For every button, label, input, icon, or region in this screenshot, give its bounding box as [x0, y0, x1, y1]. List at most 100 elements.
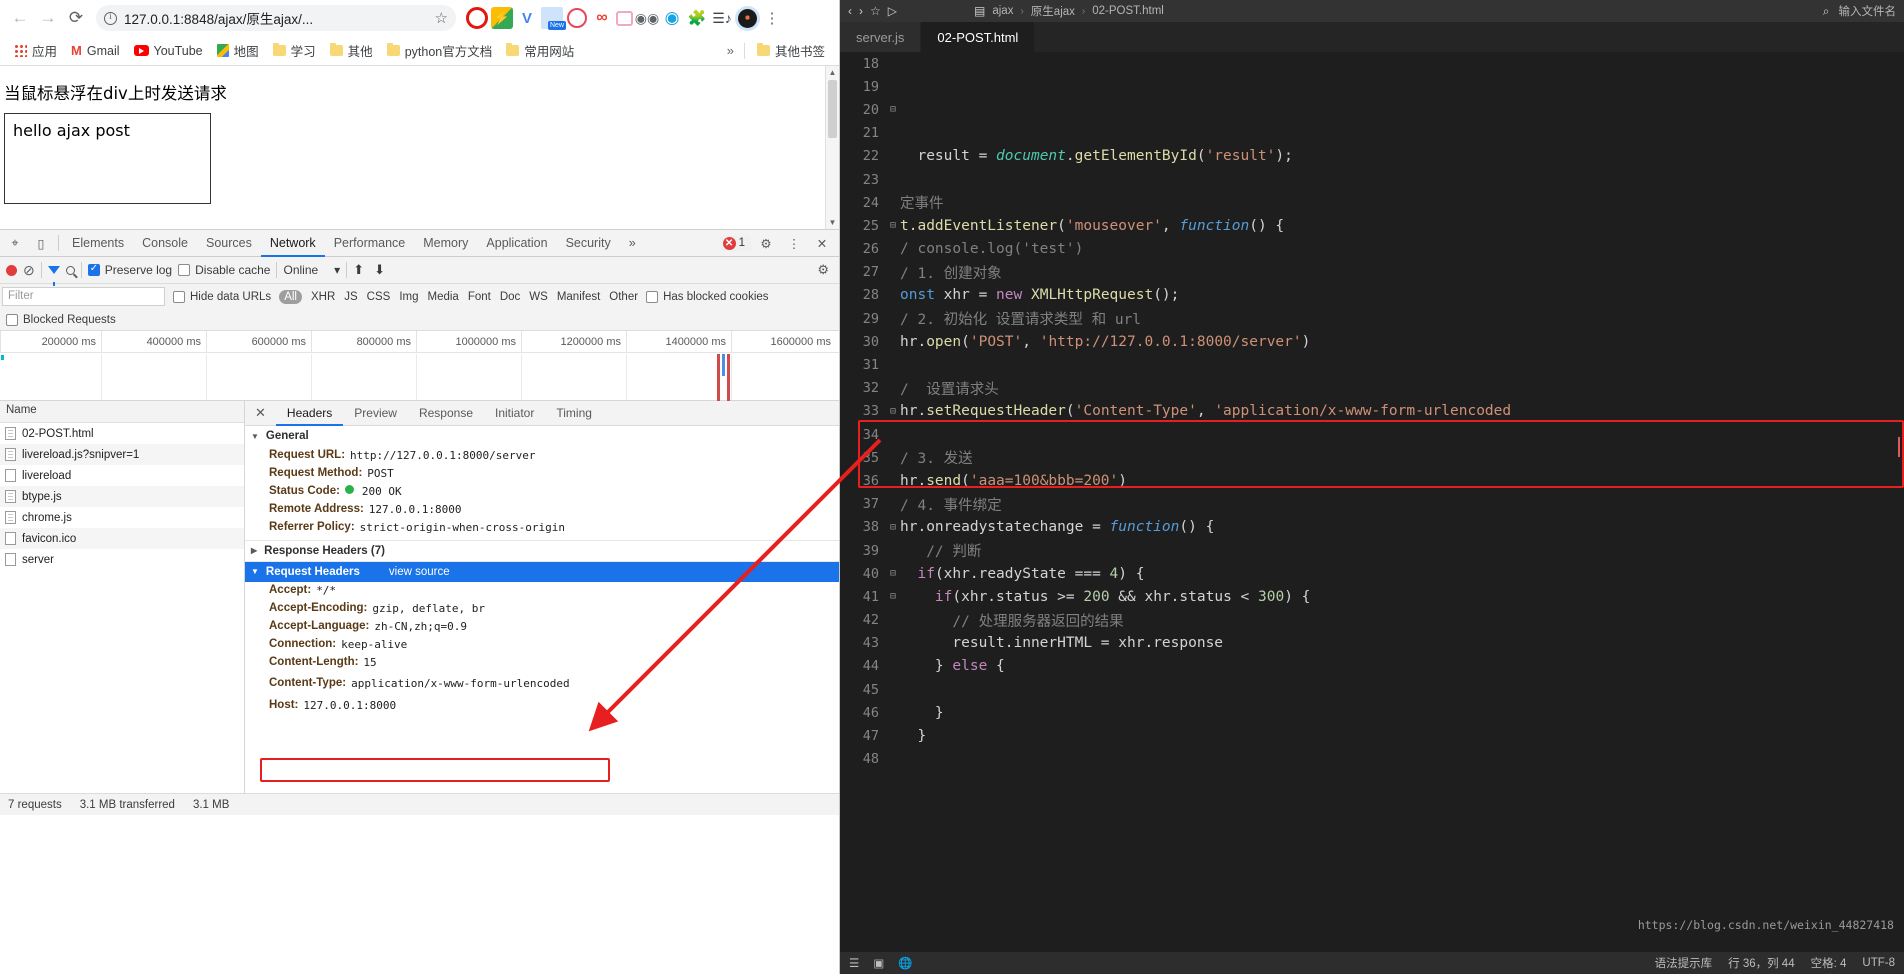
- bookmark-youtube[interactable]: YouTube: [128, 41, 209, 61]
- chevron-down-icon[interactable]: ▼: [251, 432, 259, 441]
- table-row[interactable]: chrome.js: [0, 507, 244, 528]
- table-row[interactable]: server: [0, 549, 244, 570]
- forward-icon[interactable]: ›: [859, 4, 863, 18]
- detail-tab-preview[interactable]: Preview: [343, 401, 408, 426]
- menu-dots-icon[interactable]: ⋮: [761, 7, 783, 29]
- tab-network[interactable]: Network: [261, 230, 325, 257]
- list-icon[interactable]: ☰: [849, 956, 859, 970]
- table-row[interactable]: btype.js: [0, 486, 244, 507]
- has-blocked-cookies-checkbox[interactable]: Has blocked cookies: [646, 290, 769, 303]
- view-source-link[interactable]: view source: [389, 566, 450, 578]
- bookmark-maps[interactable]: 地图: [211, 38, 265, 63]
- editor-tab-serverjs[interactable]: server.js: [840, 22, 922, 52]
- throttling-select[interactable]: Online ▾: [283, 263, 340, 277]
- scroll-down-icon[interactable]: ▼: [826, 218, 839, 227]
- devtools-settings-gear-icon[interactable]: ⚙: [753, 231, 779, 256]
- tab-performance[interactable]: Performance: [325, 230, 415, 257]
- bookmarks-overflow-icon[interactable]: »: [723, 43, 738, 58]
- filter-chip-all[interactable]: All: [279, 289, 302, 304]
- syntax-hint-label[interactable]: 语法提示库: [1655, 955, 1713, 971]
- play-icon[interactable]: [566, 7, 588, 29]
- record-button[interactable]: [6, 264, 17, 276]
- close-detail-icon[interactable]: ✕: [245, 405, 276, 421]
- filter-chip-other[interactable]: Other: [609, 291, 638, 303]
- globe-icon[interactable]: 🌐: [898, 956, 912, 970]
- breadcrumb-item-file[interactable]: 02-POST.html: [1092, 5, 1164, 17]
- chevron-right-icon[interactable]: ▶: [251, 546, 257, 555]
- checkbox-box[interactable]: [173, 290, 185, 303]
- breadcrumb-item-ajax[interactable]: ajax: [992, 5, 1013, 17]
- bookmark-star-icon[interactable]: ☆: [435, 9, 448, 27]
- bookmark-folder-study[interactable]: 学习: [267, 38, 322, 63]
- filter-chip-xhr[interactable]: XHR: [311, 291, 335, 303]
- v-icon[interactable]: V: [516, 7, 538, 29]
- requests-column-header[interactable]: Name: [0, 401, 244, 423]
- filter-icon[interactable]: [47, 266, 60, 286]
- scroll-up-icon[interactable]: ▲: [826, 68, 839, 77]
- fold-toggle[interactable]: ⊟: [886, 591, 900, 602]
- checkbox-box[interactable]: [6, 313, 18, 326]
- device-toolbar-icon[interactable]: ▯: [28, 231, 54, 256]
- search-file-icon[interactable]: ⌕: [1823, 4, 1830, 19]
- new-badge-icon[interactable]: New: [541, 7, 566, 30]
- filter-chip-manifest[interactable]: Manifest: [557, 291, 600, 303]
- site-info-icon[interactable]: [104, 11, 117, 25]
- indentation-label[interactable]: 空格: 4: [1811, 955, 1847, 971]
- checkbox-box[interactable]: [646, 290, 659, 303]
- goggles-icon[interactable]: ◉◉: [635, 7, 659, 29]
- tv-icon[interactable]: [616, 10, 633, 26]
- address-bar[interactable]: 127.0.0.1:8848/ajax/原生ajax/... ☆: [96, 5, 456, 31]
- forward-button[interactable]: →: [34, 4, 62, 32]
- checkbox-box[interactable]: [87, 263, 100, 276]
- playlist-icon[interactable]: ☰♪: [711, 7, 733, 29]
- filter-chip-font[interactable]: Font: [468, 291, 491, 303]
- table-row[interactable]: favicon.ico: [0, 528, 244, 549]
- bookmark-other-bookmarks[interactable]: 其他书签: [751, 38, 831, 63]
- star-icon[interactable]: ☆: [870, 4, 881, 18]
- filter-chip-media[interactable]: Media: [428, 291, 459, 303]
- fold-toggle[interactable]: ⊟: [886, 568, 900, 579]
- clear-icon[interactable]: ⊘: [23, 262, 35, 279]
- blue-circle-icon[interactable]: ◉: [661, 7, 683, 29]
- preserve-log-checkbox[interactable]: Preserve log: [87, 263, 172, 277]
- section-response-headers[interactable]: ▶ Response Headers (7): [245, 541, 839, 562]
- chevron-down-icon[interactable]: ▼: [251, 567, 259, 576]
- bookmark-folder-python-docs[interactable]: python官方文档: [381, 38, 499, 63]
- tab-security[interactable]: Security: [557, 230, 620, 257]
- tab-elements[interactable]: Elements: [63, 230, 133, 257]
- hide-data-urls-checkbox[interactable]: Hide data URLs: [173, 290, 271, 303]
- checkbox-box[interactable]: [178, 264, 191, 276]
- fold-toggle[interactable]: ⊟: [886, 406, 900, 417]
- fold-toggle[interactable]: ⊟: [886, 220, 900, 231]
- back-icon[interactable]: ‹: [848, 4, 852, 18]
- cursor-position[interactable]: 行 36，列 44: [1728, 955, 1794, 971]
- detail-tab-initiator[interactable]: Initiator: [484, 401, 545, 426]
- run-icon[interactable]: ▷: [888, 4, 897, 18]
- bookmark-folder-other[interactable]: 其他: [324, 38, 379, 63]
- chevron-down-icon[interactable]: ▾: [334, 263, 340, 277]
- page-vertical-scrollbar[interactable]: ▲ ▼: [825, 66, 839, 229]
- reload-button[interactable]: ⟳: [62, 4, 90, 32]
- encoding-label[interactable]: UTF-8: [1862, 957, 1895, 969]
- code-editor-area[interactable]: 18 19 20 ⊟ 21 22 result = document.getEle…: [840, 52, 1904, 958]
- filter-chip-img[interactable]: Img: [399, 291, 418, 303]
- opera-icon[interactable]: [466, 7, 488, 29]
- inspect-element-icon[interactable]: ⌖: [2, 231, 28, 256]
- filter-chip-ws[interactable]: WS: [529, 291, 548, 303]
- disable-cache-checkbox[interactable]: Disable cache: [178, 263, 270, 277]
- bookmark-gmail[interactable]: M Gmail: [65, 40, 126, 61]
- network-settings-gear-icon[interactable]: ⚙: [817, 262, 829, 278]
- blocked-requests-checkbox[interactable]: Blocked Requests: [6, 313, 116, 326]
- infinity-icon[interactable]: ∞: [591, 7, 613, 29]
- tab-application[interactable]: Application: [477, 230, 556, 257]
- tab-sources[interactable]: Sources: [197, 230, 261, 257]
- detail-tab-timing[interactable]: Timing: [545, 401, 603, 426]
- profile-avatar[interactable]: [736, 7, 758, 29]
- export-har-icon[interactable]: ⬇: [374, 262, 385, 278]
- tab-console[interactable]: Console: [133, 230, 197, 257]
- bookmark-apps[interactable]: 应用: [8, 38, 63, 63]
- filter-chip-js[interactable]: JS: [344, 291, 357, 303]
- filename-placeholder[interactable]: 输入文件名: [1839, 3, 1897, 19]
- editor-tab-02-post-html[interactable]: 02-POST.html: [921, 22, 1036, 52]
- search-icon[interactable]: [65, 265, 75, 275]
